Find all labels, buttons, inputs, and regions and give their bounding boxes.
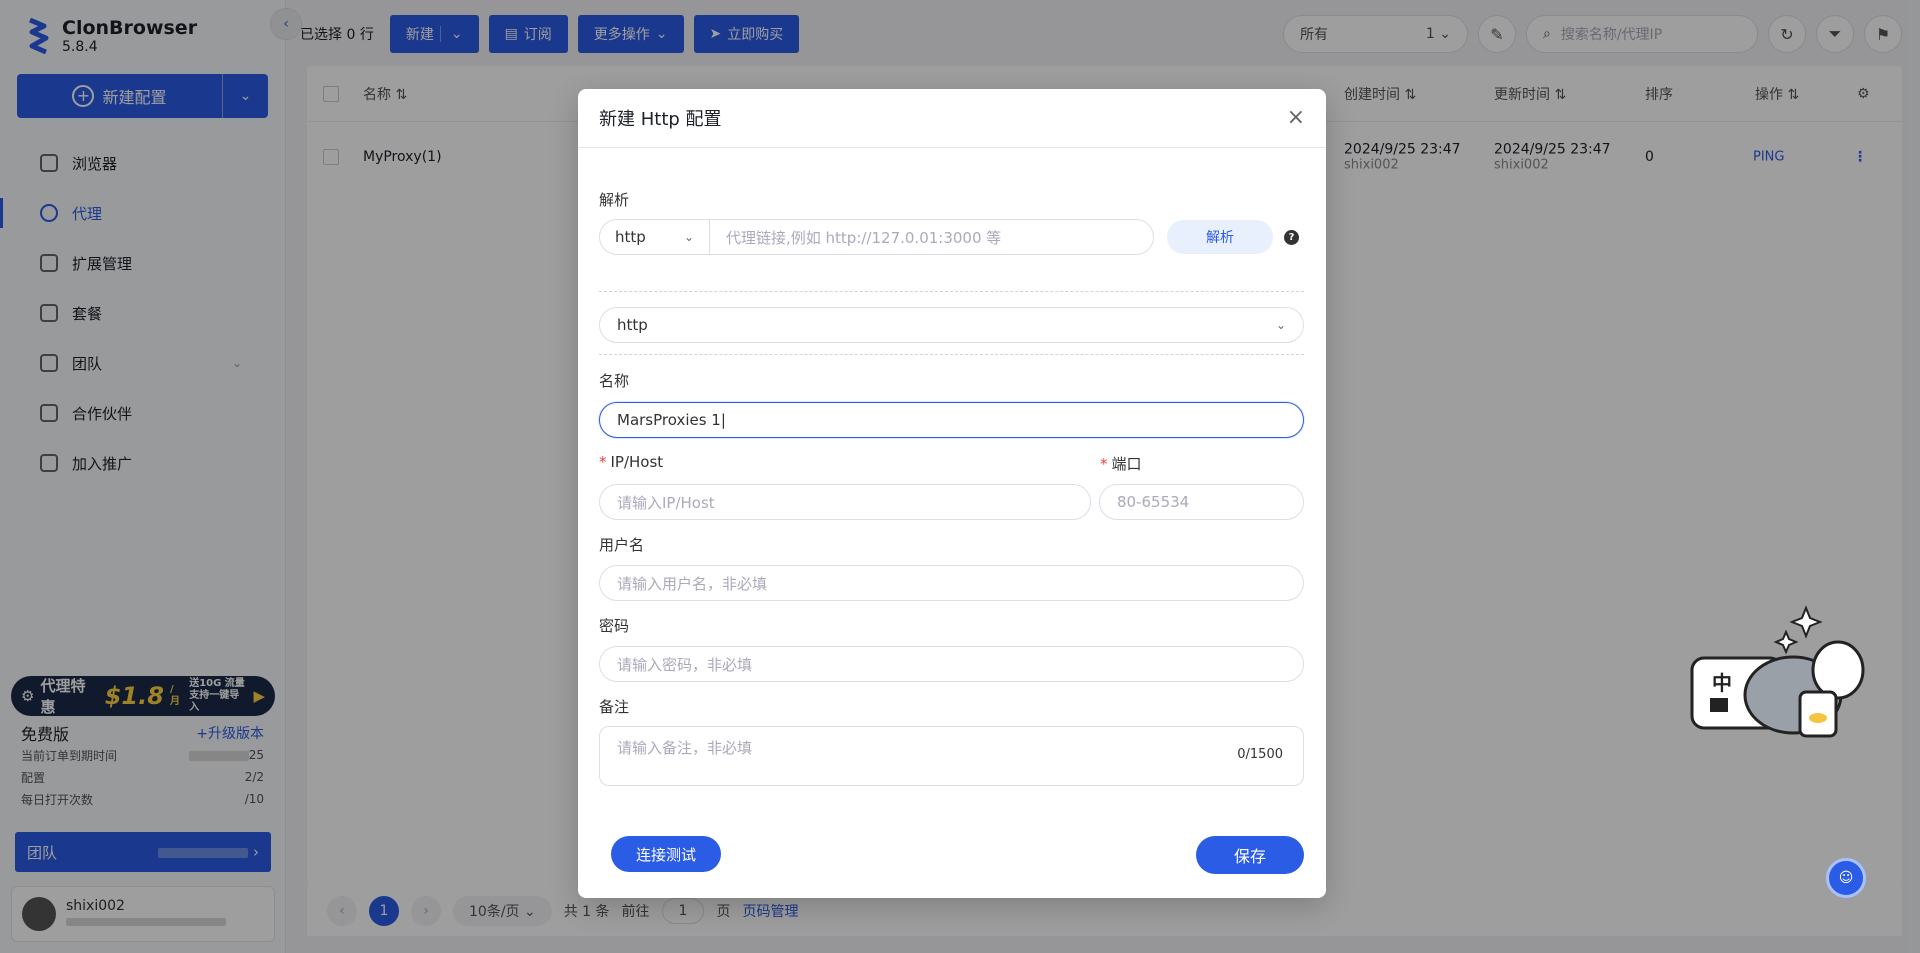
new-http-config-dialog: 新建 Http 配置 × 解析 http ⌄ 代理链接,例如 http://12… [578,89,1326,898]
name-label: 名称 [599,372,630,390]
port-label: * 端口 [1100,453,1142,474]
remark-label: 备注 [599,698,630,716]
proxy-type-value: http [617,316,648,334]
mascot-illustration[interactable]: 中 [1688,600,1868,750]
chat-support-button[interactable]: ☺ [1826,858,1866,898]
mascot-badge: 中 [1712,671,1732,695]
remark-placeholder: 请输入备注，非必填 [617,739,753,757]
connection-test-button[interactable]: 连接测试 [611,836,721,872]
help-icon[interactable]: ? [1284,230,1299,245]
proxy-link-input[interactable]: 代理链接,例如 http://127.0.01:3000 等 [710,227,1153,248]
port-input[interactable]: 80-65534 [1099,484,1304,520]
chevron-down-icon: ⌄ [683,230,694,244]
host-label: * IP/Host [599,453,663,471]
dialog-title: 新建 Http 配置 [599,109,722,130]
username-input[interactable]: 请输入用户名，非必填 [599,565,1304,601]
required-mark: * [1100,455,1108,473]
required-mark: * [599,453,607,471]
protocol-select[interactable]: http ⌄ [600,220,710,254]
host-label-text: IP/Host [610,453,664,471]
chat-bot-icon: ☺ [1838,870,1854,886]
password-input[interactable]: 请输入密码，非必填 [599,646,1304,682]
divider [599,291,1304,292]
name-input[interactable]: MarsProxies 1 | [599,402,1304,438]
parse-label: 解析 [599,191,630,209]
proxy-link-input-group: http ⌄ 代理链接,例如 http://127.0.01:3000 等 [599,219,1154,255]
protocol-value: http [615,228,646,246]
parse-button[interactable]: 解析 [1167,220,1273,254]
port-label-text: 端口 [1111,455,1142,473]
proxy-type-select[interactable]: http ⌄ [599,307,1304,343]
dialog-header: 新建 Http 配置 × [578,89,1326,148]
remark-textarea[interactable]: 请输入备注，非必填 0/1500 [599,726,1304,786]
host-input[interactable]: 请输入IP/Host [599,484,1091,520]
close-icon[interactable]: × [1287,107,1305,129]
chevron-down-icon: ⌄ [1275,318,1286,332]
save-button[interactable]: 保存 [1196,836,1304,874]
password-label: 密码 [599,617,630,635]
remark-counter: 0/1500 [1237,747,1283,762]
divider [599,354,1304,355]
text-cursor: | [720,411,726,429]
name-value: MarsProxies 1 [617,411,721,429]
username-label: 用户名 [599,536,645,554]
